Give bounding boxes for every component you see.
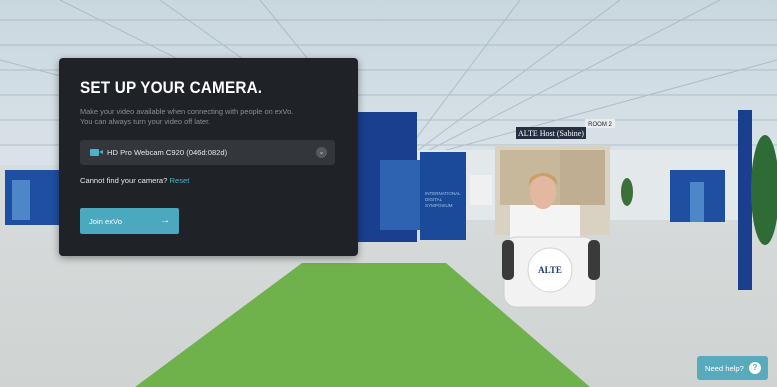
svg-text:SYMPOSIUM: SYMPOSIUM <box>425 203 453 208</box>
camera-setup-dialog: SET UP YOUR CAMERA. Make your video avai… <box>59 58 358 256</box>
need-help-label: Need help? <box>705 364 744 373</box>
room-sign: ROOM 2 <box>585 119 615 128</box>
cannot-find-text: Cannot find your camera? <box>80 176 168 185</box>
svg-text:INTERNATIONAL: INTERNATIONAL <box>425 191 461 196</box>
dialog-title: SET UP YOUR CAMERA. <box>80 78 263 97</box>
join-button-label: Join exVo <box>89 217 122 226</box>
arrow-right-icon: → <box>160 215 170 226</box>
svg-text:DIGITAL: DIGITAL <box>425 197 443 202</box>
chevron-down-icon[interactable]: ⌄ <box>316 147 327 158</box>
camera-help-line: Cannot find your camera? Reset <box>80 176 189 185</box>
need-help-button[interactable]: Need help? ? <box>697 356 768 380</box>
join-button[interactable]: Join exVo → <box>80 208 179 234</box>
video-camera-icon <box>90 149 103 156</box>
svg-text:ROOM 2: ROOM 2 <box>588 122 612 128</box>
question-icon: ? <box>749 362 761 374</box>
host-sign: ALTE Host (Sabine) <box>516 127 586 139</box>
camera-select[interactable]: HD Pro Webcam C920 (046d:082d) ⌄ <box>80 140 335 165</box>
reset-link[interactable]: Reset <box>170 176 190 185</box>
svg-text:ALTE Host (Sabine): ALTE Host (Sabine) <box>518 129 584 138</box>
dialog-description: Make your video available when connectin… <box>80 107 350 127</box>
description-line-1: Make your video available when connectin… <box>80 107 294 116</box>
description-line-2: You can always turn your video off later… <box>80 117 211 126</box>
podium: ALTE <box>502 236 600 308</box>
svg-text:ALTE: ALTE <box>538 265 562 275</box>
camera-select-value: HD Pro Webcam C920 (046d:082d) <box>107 148 228 157</box>
